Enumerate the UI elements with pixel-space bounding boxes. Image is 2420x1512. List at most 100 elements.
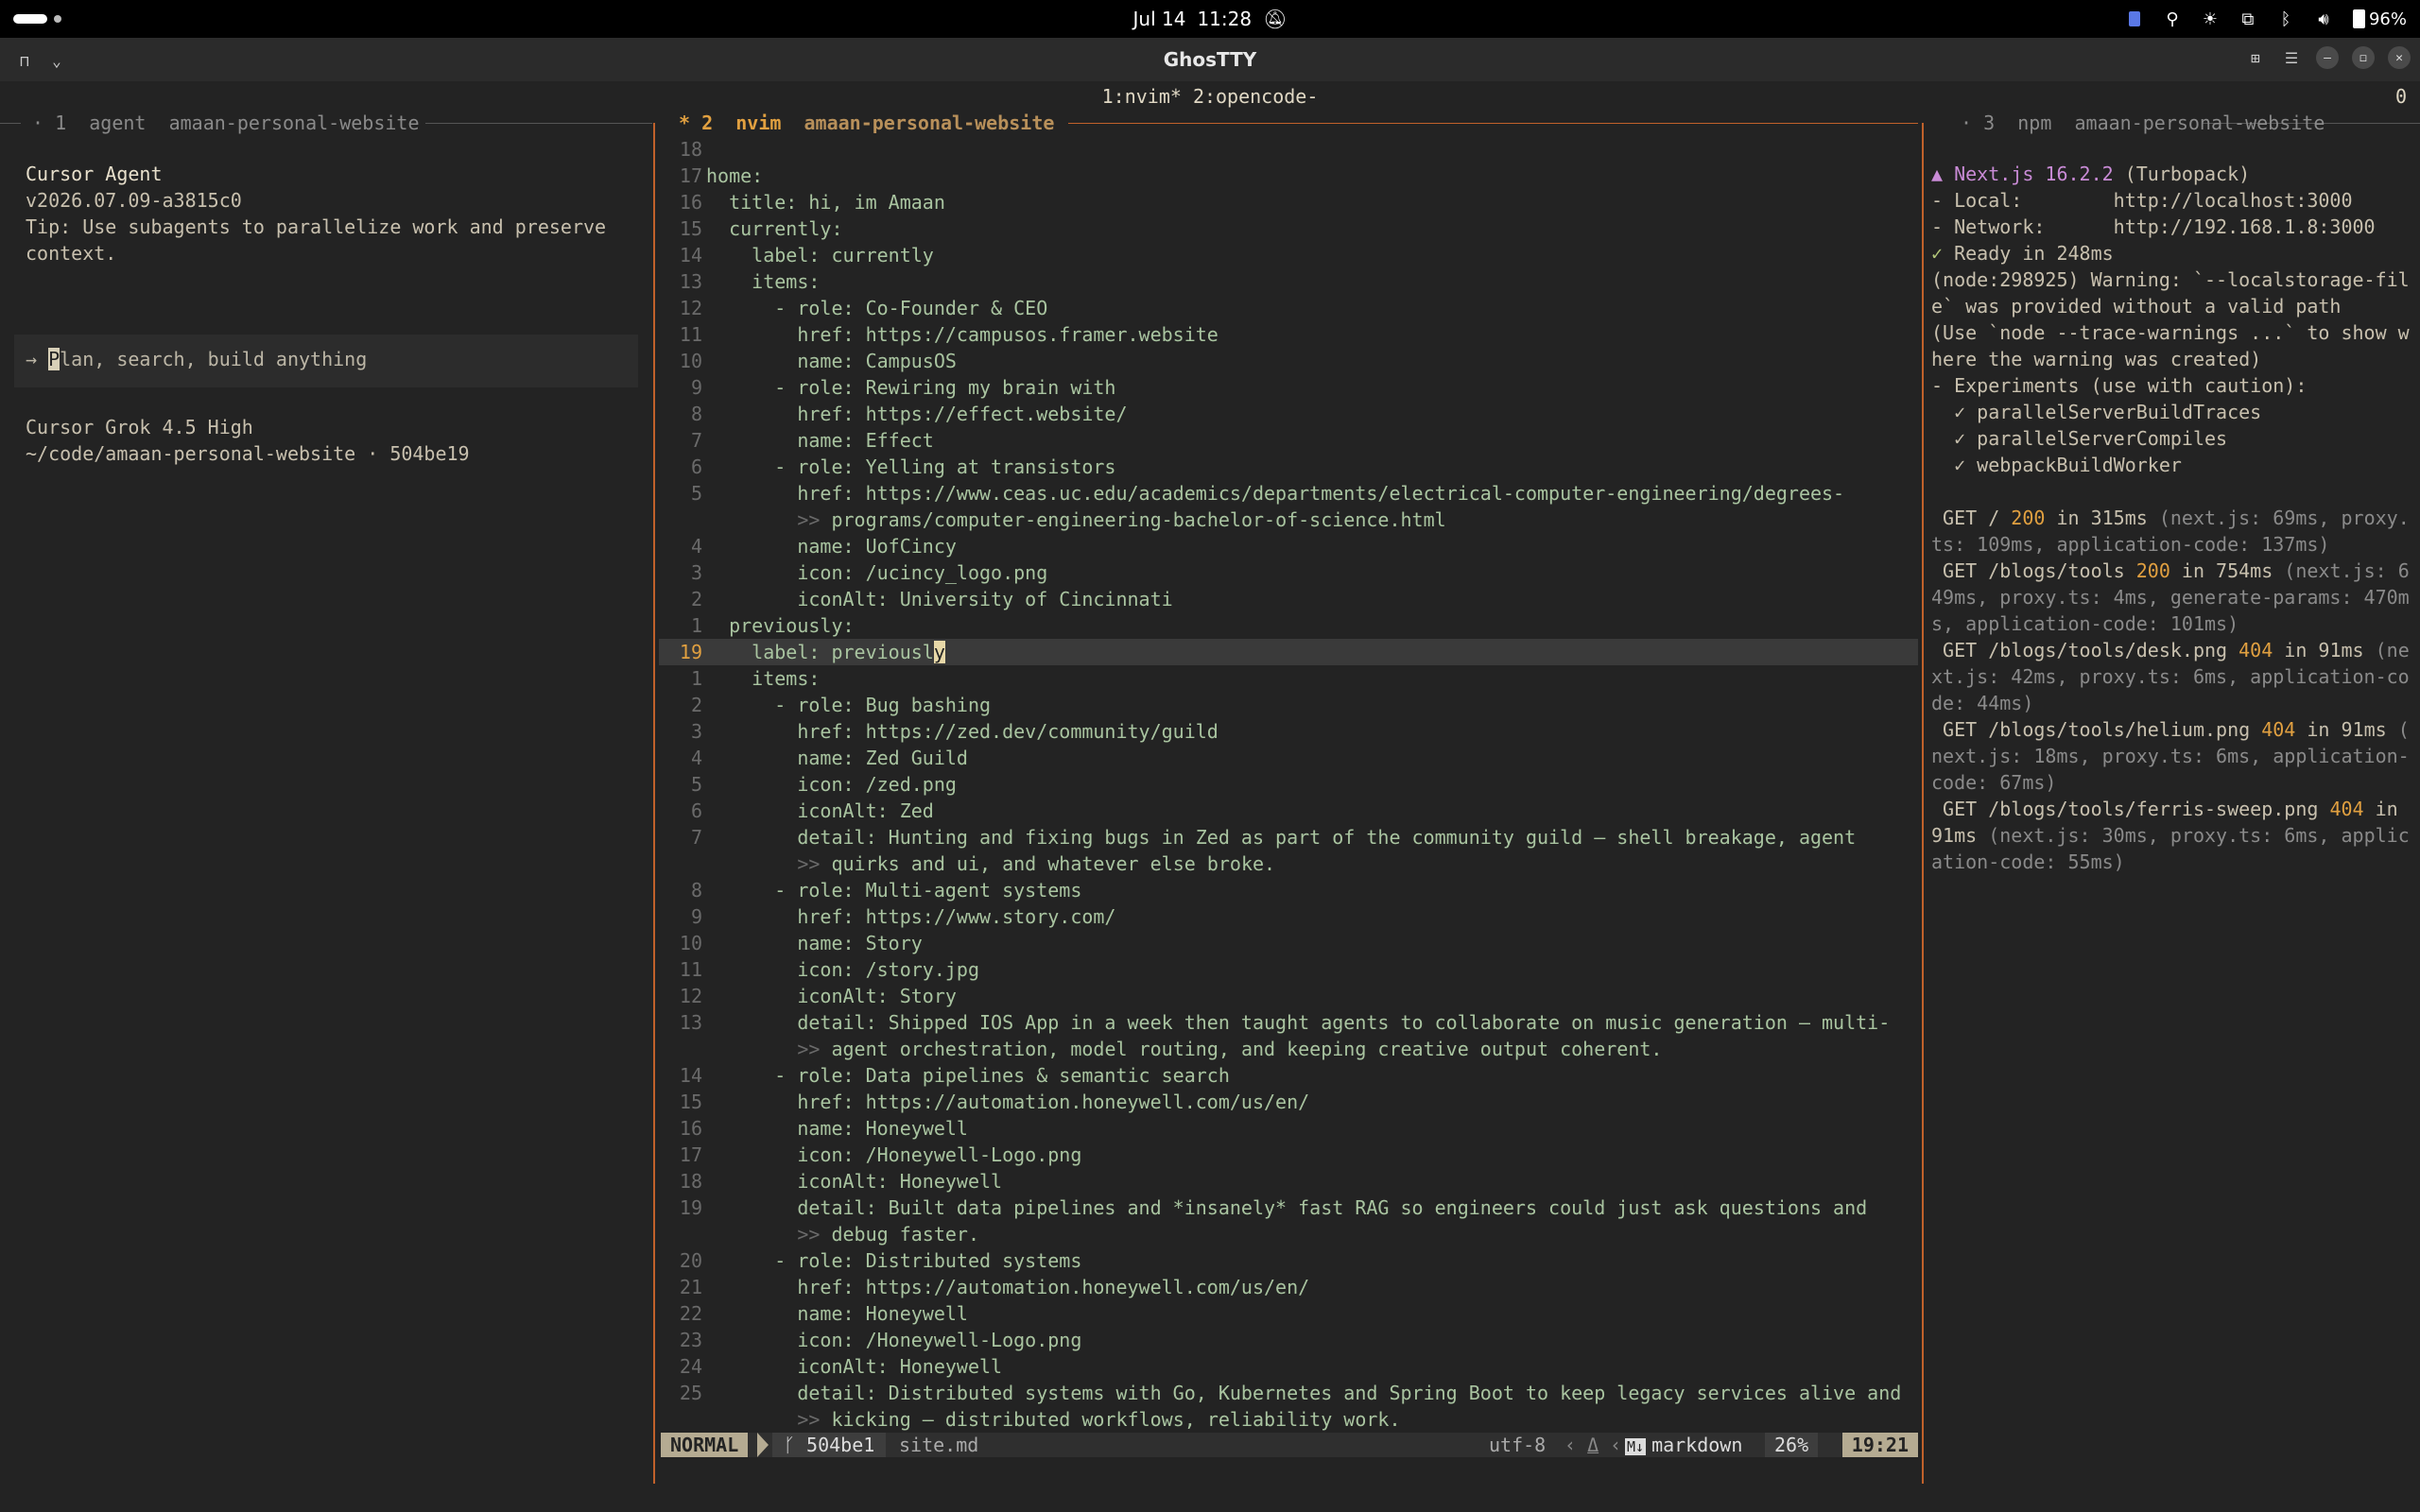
close-button[interactable]: ✕ <box>2388 46 2411 69</box>
pane-divider-right[interactable] <box>1922 123 1924 1484</box>
line-text: name: CampusOS <box>706 350 957 372</box>
editor-line[interactable]: 10 name: Story <box>659 930 1918 956</box>
server-log-line: e` was provided without a valid path <box>1931 295 2342 318</box>
editor-line[interactable]: 3 icon: /ucincy_logo.png <box>659 559 1918 586</box>
editor-line[interactable]: 8 href: https://effect.website/ <box>659 401 1918 427</box>
server-log-line: (Use `node --trace-warnings ...` to show… <box>1931 321 2410 344</box>
editor-line[interactable]: 9 href: https://www.story.com/ <box>659 903 1918 930</box>
editor-line[interactable]: 12 - role: Co-Founder & CEO <box>659 295 1918 321</box>
editor-line[interactable]: 9 - role: Rewiring my brain with <box>659 374 1918 401</box>
server-log-line: ✓ parallelServerBuildTraces <box>1931 401 2262 423</box>
tab-overview-icon[interactable]: ⊞ <box>2244 46 2267 69</box>
line-number: 14 <box>679 1064 702 1087</box>
editor-line[interactable]: 6 - role: Yelling at transistors <box>659 454 1918 480</box>
editor-line[interactable]: 19 detail: Built data pipelines and *ins… <box>659 1194 1918 1221</box>
line-text: - role: Data pipelines & semantic search <box>706 1064 1230 1087</box>
line-number: 17 <box>679 164 702 187</box>
agent-name: Cursor Agent <box>26 163 163 185</box>
brightness-icon[interactable]: ☀ <box>2202 9 2219 29</box>
editor-line[interactable]: 7 name: Effect <box>659 427 1918 454</box>
editor-line-current[interactable]: 19 label: previously <box>659 639 1918 665</box>
editor-line[interactable]: 5 icon: /zed.png <box>659 771 1918 798</box>
line-text: icon: /zed.png <box>706 773 957 796</box>
tmux-window-list[interactable]: 1:nvim* 2:opencode- <box>0 83 2420 110</box>
editor-line[interactable]: 1 items: <box>659 665 1918 692</box>
editor-line[interactable]: 24 iconAlt: Honeywell <box>659 1353 1918 1380</box>
maximize-button[interactable]: ◻ <box>2352 46 2375 69</box>
editor-line[interactable]: 2 iconAlt: University of Cincinnati <box>659 586 1918 612</box>
battery-status[interactable]: 96% <box>2352 9 2407 29</box>
editor-line[interactable]: >> quirks and ui, and whatever else brok… <box>659 850 1918 877</box>
editor-line[interactable]: 15 currently: <box>659 215 1918 242</box>
editor-line[interactable]: 21 href: https://automation.honeywell.co… <box>659 1274 1918 1300</box>
editor-line[interactable]: 1 previously: <box>659 612 1918 639</box>
editor-line[interactable]: 23 icon: /Honeywell-Logo.png <box>659 1327 1918 1353</box>
bluetooth-icon[interactable]: ᛒ <box>2277 9 2294 29</box>
editor-line[interactable]: >> debug faster. <box>659 1221 1918 1247</box>
editor-line[interactable]: 7 detail: Hunting and fixing bugs in Zed… <box>659 824 1918 850</box>
editor-line[interactable]: 20 - role: Distributed systems <box>659 1247 1918 1274</box>
line-number: 5 <box>690 482 702 505</box>
editor-line[interactable]: 11 icon: /story.jpg <box>659 956 1918 983</box>
accessibility-icon[interactable]: ⚲ <box>2164 9 2181 29</box>
editor-line[interactable]: 18 <box>659 136 1918 163</box>
editor-line[interactable]: 3 href: https://zed.dev/community/guild <box>659 718 1918 745</box>
line-text: name: Story <box>706 932 923 954</box>
pane-header-npm[interactable]: · 3 npm amaan-personal-website <box>1949 110 2336 136</box>
pane-border <box>0 123 21 124</box>
menu-icon[interactable]: ☰ <box>2280 46 2303 69</box>
agent-prompt-input[interactable]: → Plan, search, build anything <box>14 335 638 387</box>
editor-line[interactable]: 11 href: https://campusos.framer.website <box>659 321 1918 348</box>
editor-line[interactable]: 10 name: CampusOS <box>659 348 1918 374</box>
line-number: 18 <box>679 1170 702 1193</box>
minimize-button[interactable]: – <box>2316 46 2339 69</box>
git-branch-name: 504be1 <box>806 1434 875 1456</box>
editor-line[interactable]: 25 detail: Distributed systems with Go, … <box>659 1380 1918 1406</box>
pane-command: npm <box>2017 112 2052 134</box>
server-log-line: GET / 200 in 315ms (next.js: 69ms, proxy… <box>1931 507 2410 529</box>
editor-line[interactable]: 18 iconAlt: Honeywell <box>659 1168 1918 1194</box>
editor-line[interactable]: 14 label: currently <box>659 242 1918 268</box>
editor-line[interactable]: 16 name: Honeywell <box>659 1115 1918 1142</box>
pane-dir: amaan-personal-website <box>2074 112 2325 134</box>
server-log-line: 91ms (next.js: 30ms, proxy.ts: 6ms, appl… <box>1931 824 2410 847</box>
editor-line[interactable]: 4 name: UofCincy <box>659 533 1918 559</box>
pane-divider-left[interactable] <box>653 123 655 1484</box>
clock[interactable]: Jul 14 11:28 🔕︎ <box>0 0 2420 38</box>
pane-header-nvim[interactable]: * 2 nvim amaan-personal-website <box>679 110 1065 136</box>
editor-line[interactable]: 2 - role: Bug bashing <box>659 692 1918 718</box>
line-number: 8 <box>690 879 702 902</box>
editor-line[interactable]: 13 detail: Shipped IOS App in a week the… <box>659 1009 1918 1036</box>
editor-line[interactable]: 17 icon: /Honeywell-Logo.png <box>659 1142 1918 1168</box>
file-type: M↓ markdown <box>1625 1433 1742 1459</box>
editor-line[interactable]: 5 href: https://www.ceas.uc.edu/academic… <box>659 480 1918 507</box>
network-icon[interactable]: ⧉ <box>2239 9 2256 29</box>
editor-line[interactable]: >> programs/computer-engineering-bachelo… <box>659 507 1918 533</box>
editor-line[interactable]: 16 title: hi, im Amaan <box>659 189 1918 215</box>
editor-line[interactable]: 12 iconAlt: Story <box>659 983 1918 1009</box>
line-text: name: Effect <box>706 429 934 452</box>
editor-line[interactable]: 22 name: Honeywell <box>659 1300 1918 1327</box>
line-number: 18 <box>679 138 702 161</box>
editor-line[interactable]: >> agent orchestration, model routing, a… <box>659 1036 1918 1062</box>
line-number: 25 <box>679 1382 702 1404</box>
editor-line[interactable]: 15 href: https://automation.honeywell.co… <box>659 1089 1918 1115</box>
server-log-line: 49ms, proxy.ts: 4ms, generate-params: 47… <box>1931 586 2410 609</box>
editor-line[interactable]: 17 home: <box>659 163 1918 189</box>
server-log-line: GET /blogs/tools/ferris-sweep.png 404 in <box>1931 798 2398 820</box>
pane-dir: amaan-personal-website <box>168 112 420 134</box>
editor-line[interactable]: 4 name: Zed Guild <box>659 745 1918 771</box>
editor-line[interactable]: 8 - role: Multi-agent systems <box>659 877 1918 903</box>
line-number: 2 <box>690 588 702 610</box>
editor-line[interactable]: 6 iconAlt: Zed <box>659 798 1918 824</box>
server-log-line: GET /blogs/tools 200 in 754ms (next.js: … <box>1931 559 2410 582</box>
editor-line[interactable]: >> kicking — distributed workflows, reli… <box>659 1406 1918 1433</box>
volume-icon[interactable]: 🔊︎ <box>2315 9 2332 29</box>
app-indicator-icon[interactable] <box>2126 10 2143 27</box>
line-number: 5 <box>690 773 702 796</box>
pane-header-agent[interactable]: · 1 agent amaan-personal-website <box>21 110 431 136</box>
editor-line[interactable]: 13 items: <box>659 268 1918 295</box>
line-number: 10 <box>679 932 702 954</box>
editor-line[interactable]: 14 - role: Data pipelines & semantic sea… <box>659 1062 1918 1089</box>
pane-index: 1 <box>55 112 67 134</box>
